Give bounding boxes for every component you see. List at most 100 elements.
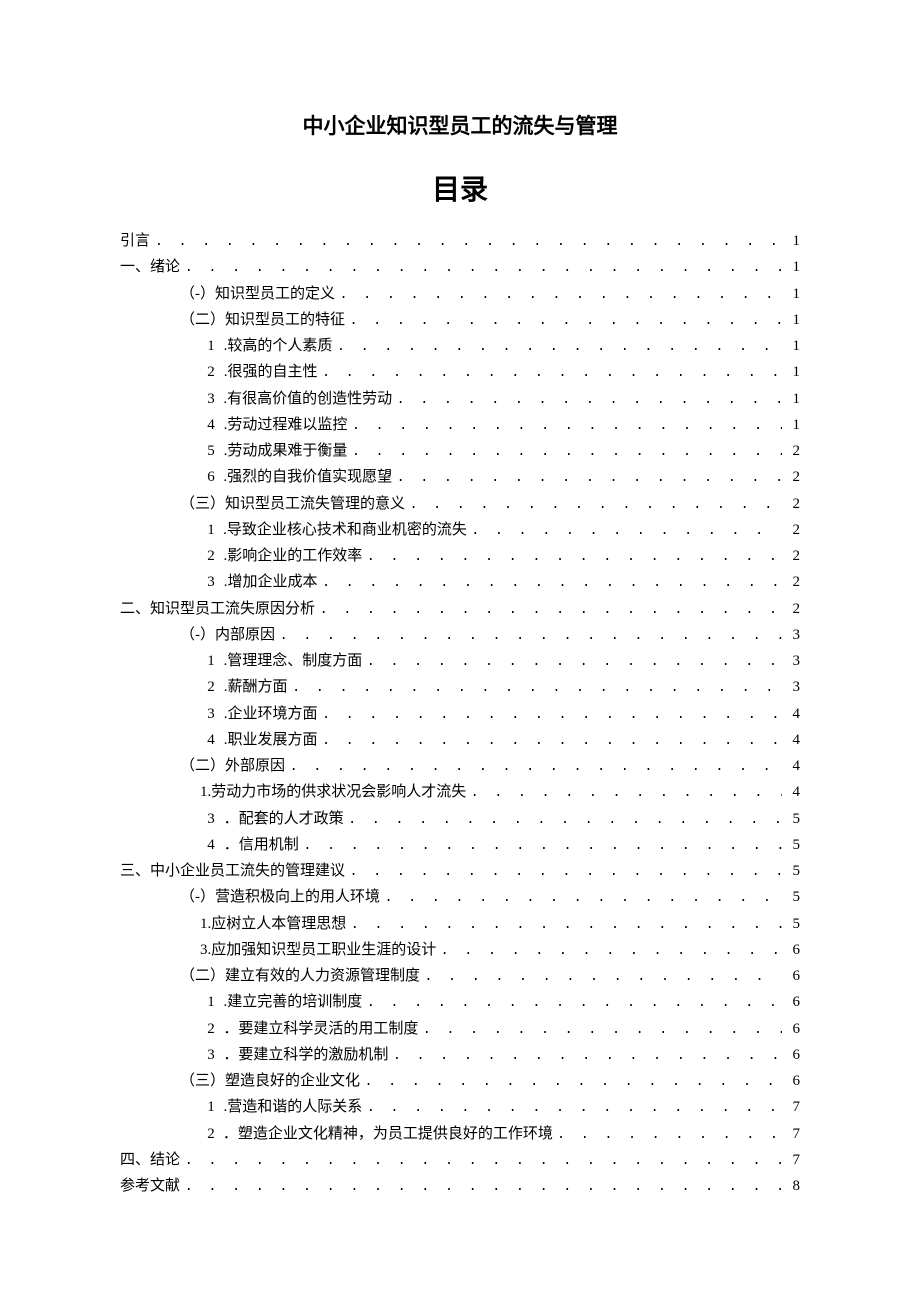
dot-leader <box>322 572 782 595</box>
toc-entry-page: 7 <box>786 1094 800 1120</box>
toc-entry-number: 1 <box>200 517 222 543</box>
dot-leader <box>290 756 782 779</box>
toc-entry-label: .薪酬方面 <box>224 674 288 700</box>
toc-heading: 目录 <box>120 168 800 208</box>
toc-entry-page: 2 <box>786 517 800 543</box>
toc-entry: 1.建立完善的培训制度6 <box>120 989 800 1015</box>
toc-entry-label: 3.应加强知识型员工职业生涯的设计 <box>200 937 436 963</box>
toc-entry: 1.管理理念、制度方面3 <box>120 648 800 674</box>
dot-leader <box>350 310 782 333</box>
toc-entry-page: 5 <box>786 911 800 937</box>
toc-entry: 2．要建立科学灵活的用工制度 6 <box>120 1016 800 1042</box>
toc-entry-page: 6 <box>786 1016 800 1042</box>
toc-entry-label: ．塑造企业文化精神，为员工提供良好的工作环境 <box>223 1121 553 1147</box>
toc-entry-label: ．要建立科学的激励机制 <box>223 1042 388 1068</box>
toc-entry: 2.很强的自主性1 <box>120 359 800 385</box>
dot-leader <box>352 441 782 464</box>
toc-entry-page: 7 <box>786 1147 800 1173</box>
toc-entry-number: 1 <box>200 333 222 359</box>
toc-entry: 1.较高的个人素质1 <box>120 333 800 359</box>
toc-entry-number: 5 <box>200 438 222 464</box>
toc-entry: 3.增加企业成本2 <box>120 569 800 595</box>
toc-entry-page: 2 <box>786 438 800 464</box>
toc-entry-page: 2 <box>786 569 800 595</box>
toc-entry-number: 2 <box>200 543 222 569</box>
toc-entry: 引言 1 <box>120 228 800 254</box>
dot-leader <box>441 940 782 963</box>
toc-entry: 二、知识型员工流失原因分析2 <box>120 596 800 622</box>
toc-entry-number: 2 <box>200 1016 222 1042</box>
toc-entry-label: （二）知识型员工的特征 <box>180 307 345 333</box>
toc-entry: 6.强烈的自我价值实现愿望2 <box>120 464 800 490</box>
toc-entry-page: 1 <box>786 333 800 359</box>
toc-entry-page: 4 <box>786 701 800 727</box>
dot-leader <box>348 809 782 832</box>
toc-entry-number: 1 <box>200 989 222 1015</box>
toc-entry-page: 5 <box>786 858 800 884</box>
dot-leader <box>367 992 782 1015</box>
dot-leader <box>365 1071 782 1094</box>
toc-entry-page: 2 <box>786 464 800 490</box>
toc-entry-page: 1 <box>786 228 800 254</box>
toc-entry: （二）外部原因4 <box>120 753 800 779</box>
toc-entry-label: （三）知识型员工流失管理的意义 <box>180 491 405 517</box>
toc-entry: 1.导致企业核心技术和商业机密的流失2 <box>120 517 800 543</box>
toc-entry-number: 3 <box>200 1042 222 1068</box>
toc-entry-number: 2 <box>200 1121 222 1147</box>
table-of-contents: 引言1一、绪论1（-）知识型员工的定义1（二）知识型员工的特征11.较高的个人素… <box>120 228 800 1199</box>
dot-leader <box>320 599 782 622</box>
toc-entry-label: .职业发展方面 <box>224 727 318 753</box>
toc-entry-label: .劳动成果难于衡量 <box>224 438 348 464</box>
toc-entry: 3.企业环境方面 4 <box>120 701 800 727</box>
dot-leader <box>393 1045 782 1068</box>
document-title: 中小企业知识型员工的流失与管理 <box>120 110 800 140</box>
toc-entry-label: （-）营造积极向上的用人环境 <box>180 884 380 910</box>
toc-entry-number: 3 <box>200 386 222 412</box>
toc-entry-page: 1 <box>786 254 800 280</box>
toc-entry: 1.劳动力市场的供求状况会影响人才流失4 <box>120 779 800 805</box>
toc-entry: 1.应树立人本管理思想5 <box>120 911 800 937</box>
dot-leader <box>557 1124 782 1147</box>
dot-leader <box>337 336 782 359</box>
toc-entry: 1.营造和谐的人际关系7 <box>120 1094 800 1120</box>
toc-entry-label: 三、中小企业员工流失的管理建议 <box>120 858 345 884</box>
dot-leader <box>367 651 782 674</box>
toc-entry-number: 2 <box>200 359 222 385</box>
toc-entry-label: （二）外部原因 <box>180 753 285 779</box>
toc-entry: （-）知识型员工的定义1 <box>120 281 800 307</box>
dot-leader <box>340 284 782 307</box>
dot-leader <box>410 494 782 517</box>
toc-entry-label: 引言 <box>120 228 150 254</box>
toc-entry-page: 5 <box>786 884 800 910</box>
toc-entry-page: 1 <box>786 281 800 307</box>
toc-entry: （二）知识型员工的特征 1 <box>120 307 800 333</box>
toc-entry-page: 6 <box>786 989 800 1015</box>
toc-entry-label: .企业环境方面 <box>224 701 318 727</box>
dot-leader <box>292 677 782 700</box>
toc-entry: 4.职业发展方面4 <box>120 727 800 753</box>
toc-entry-page: 2 <box>786 543 800 569</box>
toc-entry-label: （三）塑造良好的企业文化 <box>180 1068 360 1094</box>
toc-entry-number: 4 <box>200 832 222 858</box>
toc-entry-page: 6 <box>786 1042 800 1068</box>
toc-entry: （三）塑造良好的企业文化 6 <box>120 1068 800 1094</box>
dot-leader <box>350 861 782 884</box>
toc-entry-label: ．配套的人才政策 <box>224 806 344 832</box>
dot-leader <box>185 1176 782 1199</box>
toc-entry-number: 3 <box>200 701 222 727</box>
dot-leader <box>367 546 782 569</box>
toc-entry: 四、结论 7 <box>120 1147 800 1173</box>
toc-entry-label: .有很高价值的创造性劳动 <box>223 386 392 412</box>
toc-entry-number: 4 <box>200 412 222 438</box>
toc-entry-page: 1 <box>786 412 800 438</box>
toc-entry-label: 四、结论 <box>120 1147 180 1173</box>
toc-entry-label: ．要建立科学灵活的用工制度 <box>223 1016 418 1042</box>
toc-entry-page: 3 <box>786 622 800 648</box>
toc-entry-label: ．信用机制 <box>224 832 299 858</box>
toc-entry: 3．要建立科学的激励机制 6 <box>120 1042 800 1068</box>
toc-entry-page: 7 <box>786 1121 800 1147</box>
toc-entry-page: 6 <box>786 1068 800 1094</box>
dot-leader <box>352 415 782 438</box>
toc-entry-page: 1 <box>786 307 800 333</box>
toc-entry-number: 3 <box>200 806 222 832</box>
